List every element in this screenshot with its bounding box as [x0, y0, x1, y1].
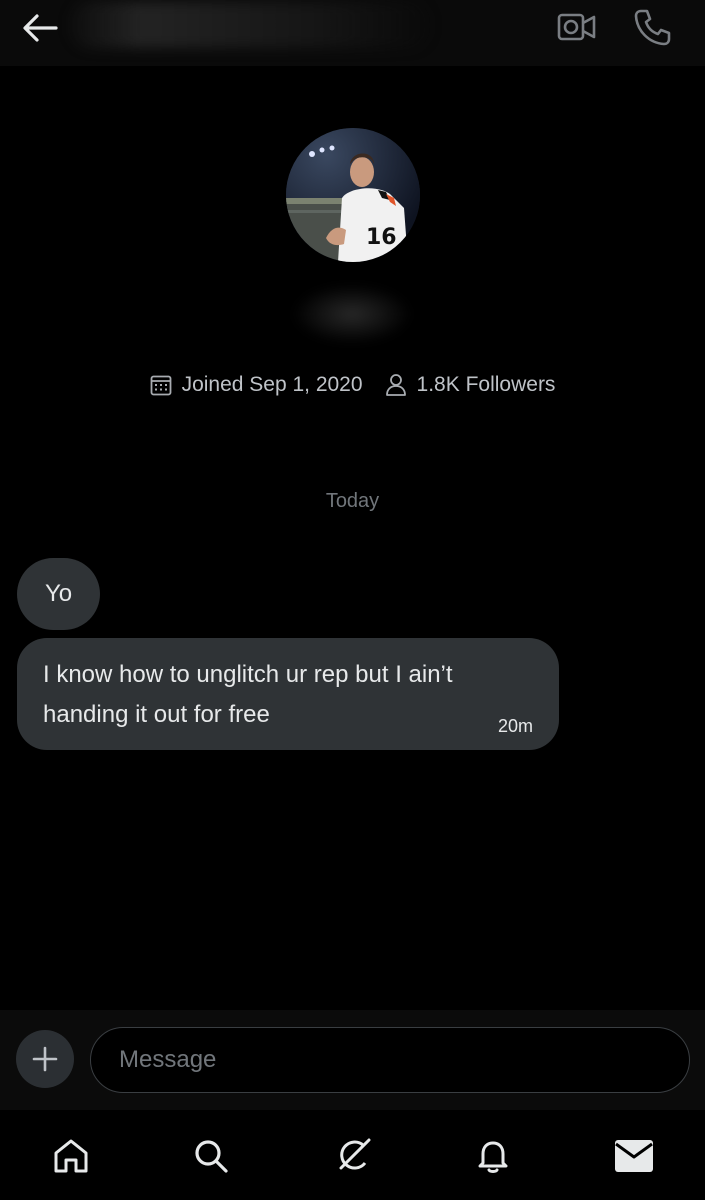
joined-text: Joined Sep 1, 2020	[181, 373, 363, 396]
back-button[interactable]	[18, 8, 62, 48]
redacted-conversation-name	[70, 2, 430, 48]
nav-grok[interactable]	[325, 1128, 381, 1184]
svg-text:16: 16	[366, 225, 397, 250]
phone-call-button[interactable]	[628, 4, 676, 50]
calendar-icon	[150, 375, 171, 396]
message-timestamp: 20m	[497, 716, 533, 736]
nav-messages[interactable]	[606, 1128, 662, 1184]
top-bar	[0, 0, 705, 66]
add-attachment-button[interactable]	[16, 1030, 74, 1088]
mail-icon	[615, 1140, 653, 1172]
phone-icon	[634, 9, 671, 46]
search-icon	[195, 1140, 228, 1173]
grok-icon	[339, 1138, 371, 1170]
nav-home[interactable]	[43, 1128, 99, 1184]
message-text: Yo	[45, 580, 73, 607]
joined-date: Joined Sep 1, 2020	[150, 373, 363, 397]
profile-meta: Joined Sep 1, 2020 1.8K Followers	[0, 370, 705, 400]
avatar[interactable]: 16	[286, 128, 420, 262]
plus-icon	[32, 1046, 58, 1072]
redacted-profile-name	[292, 284, 412, 344]
arrow-left-icon	[23, 14, 58, 42]
nav-search[interactable]	[183, 1128, 239, 1184]
video-camera-icon	[557, 13, 596, 41]
bell-icon	[478, 1141, 508, 1173]
message-bubble[interactable]: I know how to unglitch ur rep but I ain’…	[17, 638, 559, 750]
avatar-photo: 16	[286, 128, 420, 262]
message-text: I know how to unglitch ur rep but I ain’…	[43, 661, 453, 728]
message-input[interactable]	[90, 1027, 690, 1093]
date-separator: Today	[325, 490, 380, 512]
person-icon	[385, 374, 406, 396]
nav-notifications[interactable]	[465, 1128, 521, 1184]
followers-text: 1.8K Followers	[416, 373, 556, 396]
followers-count[interactable]: 1.8K Followers	[385, 373, 556, 397]
message-bubble[interactable]: Yo	[17, 558, 101, 630]
home-icon	[54, 1139, 88, 1173]
video-call-button[interactable]	[552, 6, 602, 48]
